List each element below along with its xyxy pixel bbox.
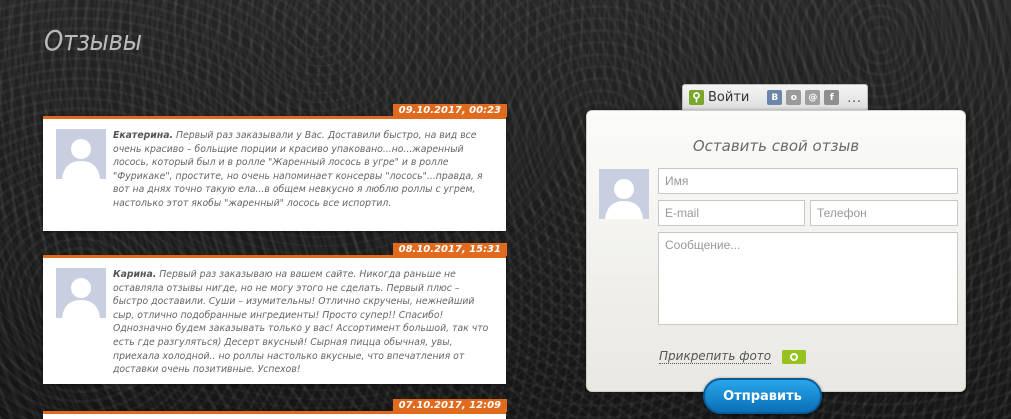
review-body: Первый раз заказываю на вашем сайте. Ник… [113, 269, 489, 376]
login-tab[interactable]: Войти В о @ f ... [682, 84, 868, 110]
review-card: 07.10.2017, 12:09 [43, 399, 507, 419]
review-date: 08.10.2017, 15:31 [392, 243, 507, 256]
submit-button[interactable]: Отправить [703, 378, 822, 414]
facebook-icon[interactable]: f [824, 90, 840, 105]
vk-icon[interactable]: В [767, 90, 783, 105]
mailru-icon[interactable]: @ [805, 90, 821, 105]
email-field[interactable]: E-mail [658, 200, 805, 226]
review-body: Первый раз заказывали у Вас. Доставили б… [113, 130, 483, 209]
attach-photo-link[interactable]: Прикрепить фото [659, 349, 772, 364]
odnoklassniki-icon[interactable]: о [786, 90, 802, 105]
review-author: Карина. [113, 269, 157, 280]
avatar [56, 268, 106, 318]
review-card: 08.10.2017, 15:31 Карина. Первый раз зак… [43, 243, 507, 384]
review-text: Екатерина. Первый раз заказывали у Вас. … [113, 129, 496, 211]
review-card: 09.10.2017, 00:23 Екатерина. Первый раз … [43, 104, 507, 231]
review-form: Оставить свой отзыв Имя E-mail Телефон С… [586, 110, 966, 392]
review-date: 07.10.2017, 12:09 [392, 399, 507, 412]
review-text: Карина. Первый раз заказываю на вашем са… [113, 268, 496, 377]
avatar [599, 169, 649, 219]
review-date: 09.10.2017, 00:23 [392, 104, 507, 117]
phone-field[interactable]: Телефон [810, 200, 958, 226]
more-icon[interactable]: ... [847, 91, 861, 105]
review-author: Екатерина. [113, 130, 174, 141]
login-label[interactable]: Войти [708, 90, 749, 105]
form-title: Оставить свой отзыв [692, 137, 860, 155]
avatar [56, 129, 106, 179]
name-field[interactable]: Имя [658, 168, 958, 194]
camera-icon[interactable] [782, 350, 806, 364]
message-field[interactable]: Сообщение... [658, 232, 958, 325]
page-title: Отзывы [44, 24, 142, 57]
key-icon [689, 90, 704, 105]
